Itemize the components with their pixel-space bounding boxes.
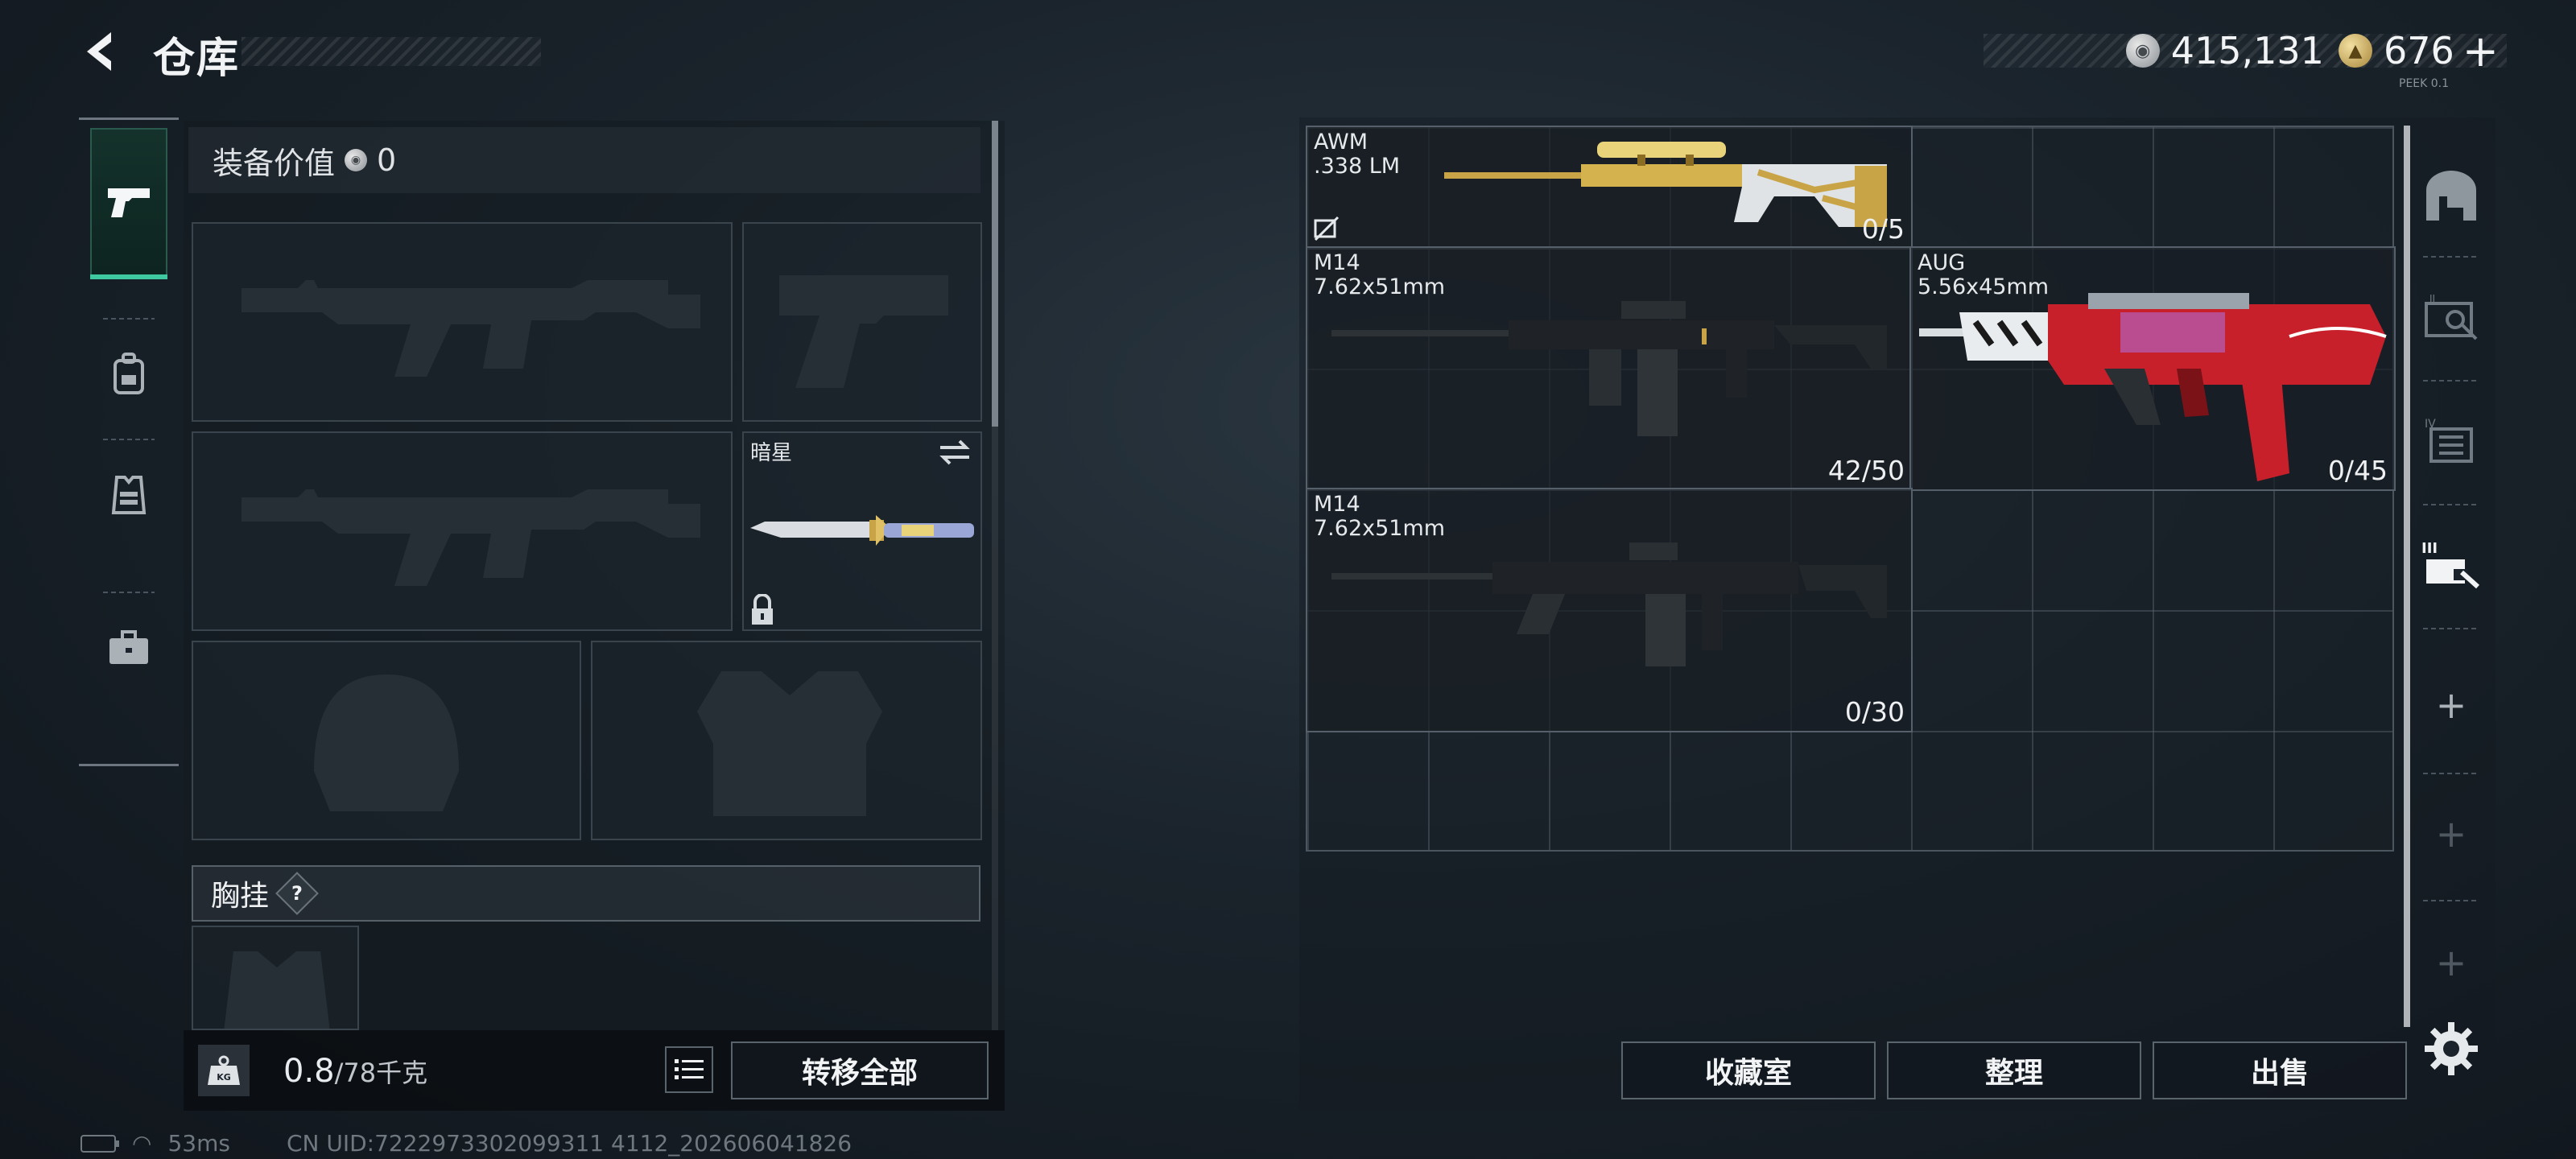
chest-rig-silhouette-icon [224,951,330,1029]
stash-panel: AWM .338 LM 0/5 M14 7.62x51mm 42/50 AUG … [1299,118,2496,1111]
swap-icon[interactable] [937,438,972,467]
stash-tab-3[interactable]: III [2407,514,2496,618]
sort-button[interactable]: 整理 [1887,1041,2141,1099]
briefcase-icon [109,630,148,664]
battery-icon [80,1134,119,1153]
melee-slot[interactable]: 暗星 [742,431,982,631]
svg-text:III: III [2421,540,2438,557]
sell-button[interactable]: 出售 [2153,1041,2407,1099]
stash-item-awm[interactable]: AWM .338 LM 0/5 [1306,126,1913,250]
armor-silhouette-icon [697,671,882,816]
equipment-value-bar: 装备价值 ◉ 0 [188,127,980,193]
stash-grid: AWM .338 LM 0/5 M14 7.62x51mm 42/50 AUG … [1306,126,2396,852]
stash-box-icon: IV [2425,418,2473,463]
item-name: AWM .338 LM [1314,130,1401,179]
svg-text:IV: IV [2425,418,2436,431]
rifle-silhouette-icon [242,489,700,586]
awm-rifle-icon [1444,142,1887,227]
list-icon [675,1059,704,1079]
stash-tab-4[interactable]: IV [2407,390,2496,494]
help-icon[interactable]: ? [275,872,319,915]
stash-box-icon: II [2425,293,2478,340]
page-title: 仓库 [153,35,241,83]
ping-readout: 53ms [167,1130,230,1157]
stash-item-aug[interactable]: AUG 5.56x45mm 0/45 [1909,246,2396,491]
transfer-all-button[interactable]: 转移全部 [731,1041,989,1099]
svg-text:KG: KG [217,1072,231,1083]
add-stash-button[interactable]: + [2407,665,2496,745]
add-stash-button-locked[interactable]: + [2407,922,2496,1003]
m14-rifle-icon [1331,542,1887,666]
item-ammo-count: 0/5 [1861,213,1905,245]
backpack-icon [114,353,144,394]
item-ammo-count: 0/45 [2327,455,2388,486]
collection-room-button[interactable]: 收藏室 [1621,1041,1876,1099]
uid-readout: CN UID:7222973302099311 4112_20260604182… [286,1130,852,1157]
back-arrow-icon[interactable] [77,27,126,76]
corner-tag: PEEK 0.1 [2399,77,2450,90]
equipment-scrollbar-thumb[interactable] [992,121,998,427]
melee-name: 暗星 [750,441,793,465]
chest-rig-header: 胸挂 ? [192,865,980,922]
add-currency-button[interactable]: + [2462,26,2499,76]
list-view-button[interactable] [665,1046,713,1093]
tab-weapons[interactable] [90,128,167,279]
body-armor-slot[interactable] [591,641,982,840]
gold-currency: ▲ 676 + [2338,26,2499,76]
tab-vest[interactable] [90,447,167,543]
no-trade-icon [1314,216,1340,241]
silver-amount: 415,131 [2170,29,2324,72]
stash-tab-2[interactable]: II [2407,266,2496,370]
weight-bar: KG 0.8/78千克 转移全部 [184,1030,1005,1111]
stash-box-icon: III [2421,540,2480,589]
tab-backpack[interactable] [90,326,167,423]
pistol-silhouette-icon [779,275,948,388]
title-decoration [242,37,541,66]
gold-amount: 676 [2383,29,2454,72]
chest-rig-label: 胸挂 [211,880,270,913]
weight-max: /78千克 [334,1058,428,1088]
lock-icon [752,594,773,625]
gear-icon[interactable] [2423,1021,2479,1077]
currency-bar: ◉ 415,131 ▲ 676 + [1984,23,2507,79]
knife-icon [750,515,974,546]
stash-item-m14[interactable]: M14 7.62x51mm 42/50 [1306,246,1913,491]
primary-weapon-slot-2[interactable] [192,431,733,631]
category-tabs [79,118,179,766]
gold-coin-icon: ▲ [2338,34,2372,68]
status-bar: ◠ 53ms CN UID:7222973302099311 4112_2026… [80,1130,852,1157]
rifle-silhouette-icon [242,280,700,377]
silver-currency: ◉ 415,131 [2125,29,2324,72]
helmet-silhouette-icon [314,674,459,811]
stash-tab-home[interactable] [2407,142,2496,246]
wifi-icon: ◠ [132,1130,152,1157]
equipment-value-label: 装备价值 [213,145,336,181]
stash-item-m14[interactable]: M14 7.62x51mm 0/30 [1306,488,1913,732]
svg-text:II: II [2429,293,2435,304]
vest-icon [111,476,147,514]
helmet-slot[interactable] [192,641,581,840]
item-ammo-count: 0/30 [1844,696,1905,728]
item-ammo-count: 42/50 [1827,455,1905,486]
tab-case[interactable] [90,600,167,696]
vault-icon [2426,171,2476,221]
equipment-value: 0 [377,142,397,178]
weight-readout: 0.8/78千克 [283,1053,427,1090]
primary-weapon-slot-1[interactable] [192,222,733,422]
m14-rifle-icon [1331,301,1887,436]
sidearm-slot[interactable] [742,222,982,422]
pistol-icon [108,188,150,217]
equipment-panel: 装备价值 ◉ 0 暗星 胸挂 ? KG 0.8/78千克 转移全部 [184,121,1005,1111]
silver-coin-icon: ◉ [345,149,368,171]
weight-icon: KG [198,1045,250,1096]
add-stash-button-locked[interactable]: + [2407,794,2496,874]
chest-rig-slot[interactable] [192,926,359,1030]
weight-current: 0.8 [283,1053,335,1090]
aug-rifle-icon [1919,293,2387,481]
silver-coin-icon: ◉ [2125,34,2160,68]
